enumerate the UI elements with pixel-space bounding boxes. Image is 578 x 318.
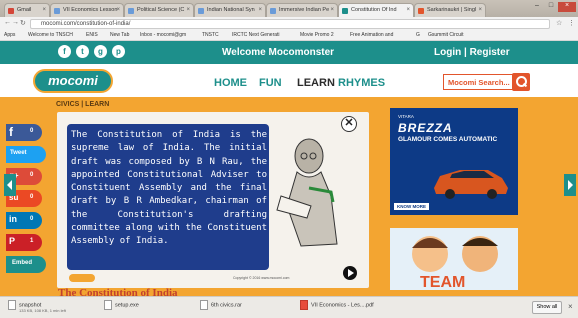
tab-constitution[interactable]: Constitution Of Ind × [338,3,414,17]
nav-home[interactable]: HOME [214,77,247,89]
tab-immersive[interactable]: Immersive Indian Pe × [266,3,338,17]
menu-icon[interactable]: ⋮ [568,19,575,27]
tab-economics[interactable]: VII Economics Lesson × [50,3,124,17]
download-bar: snapshot 133 KB, 108 KB, 1 min left setup… [0,296,578,318]
ad-tagline: GLAMOUR COMES AUTOMATIC [398,136,498,143]
ad-product-name: BREZZA [398,121,453,135]
nav-fun[interactable]: FUN [259,77,282,89]
constitution-slide: The Constitution of India is the supreme… [57,112,369,288]
file-icon [270,8,276,14]
tab-sarkari[interactable]: Sarkarinaukri | Singl × [414,3,486,17]
welcome-text: Welcome Mocomonster [222,47,335,58]
google-plus-icon[interactable]: g [94,45,107,58]
file-icon [128,8,134,14]
archive-icon [200,300,208,310]
ambedkar-illustration [276,138,338,247]
star-icon[interactable]: ☆ [556,19,562,27]
bookmark-item[interactable]: TNSTC [202,32,219,38]
tab-indian-national[interactable]: Indian National Syn × [194,3,266,17]
carousel-prev-icon[interactable] [4,174,16,196]
bookmark-item[interactable]: IRCTC Next Generati [232,32,280,38]
close-icon[interactable]: × [330,7,334,13]
linkedin-icon: in [9,214,17,224]
pdf-icon [300,300,308,310]
mocomi-logo[interactable]: mocomi [33,69,113,93]
bookmark-item[interactable]: Welcome to TNSCH [28,32,73,38]
twitter-label: Tweet [10,150,27,156]
close-icon[interactable]: × [116,7,120,13]
pinterest-icon: P [9,236,16,246]
bookmark-item[interactable]: Inbox - mocomi@gm [140,32,186,38]
file-icon [418,8,424,14]
bookmark-item[interactable]: New Tab [110,32,129,38]
copyright-text: Copyright © 2016 www.mocomi.com [233,276,290,280]
brezza-ad[interactable]: VITARA BREZZA GLAMOUR COMES AUTOMATIC KN… [390,108,518,215]
bookmark-apps[interactable]: Apps [4,32,15,38]
kids-illustration [412,236,498,272]
tab-political[interactable]: Political Science (C × [124,3,194,17]
download-item[interactable]: 6th civics.rar [200,300,290,316]
kids-ad[interactable]: TEAM [390,228,518,290]
facebook-icon: f [9,125,13,139]
bookmark-item[interactable]: ENIS [86,32,98,38]
nav-rhymes[interactable]: RHYMES [338,77,385,89]
bookmarks-bar: Apps Welcome to TNSCH ENIS New Tab Inbox… [0,30,578,41]
url-input[interactable]: mocomi.com/constitution-of-india/ [30,19,550,29]
login-register-link[interactable]: Login | Register [434,47,510,58]
share-tweet[interactable]: Tweet [6,146,46,163]
bookmark-item[interactable]: G [416,32,420,38]
file-icon [104,300,112,310]
next-slide-icon[interactable] [343,266,357,280]
ad-team-text: TEAM [420,274,466,290]
show-all-button[interactable]: Show all [532,301,562,314]
browser-tabbar: Gmail × VII Economics Lesson × Political S… [0,0,578,17]
file-icon [8,300,16,310]
file-icon [198,8,204,14]
close-icon[interactable]: ✕ [341,116,357,132]
bookmark-item[interactable]: Movie Promo 2 [300,32,334,38]
site-header: mocomi HOME FUN LEARN RHYMES Mocomi Sear… [0,64,578,97]
twitter-icon[interactable]: t [76,45,89,58]
site-topbar: f t g p Welcome Mocomonster Login | Regi… [0,41,578,64]
search-icon[interactable] [512,73,530,91]
share-embed[interactable]: Embed [6,256,46,273]
mocomi-mini-logo [69,274,95,282]
search-input[interactable]: Mocomi Search... [443,74,513,90]
nav-learn[interactable]: LEARN [297,77,335,89]
know-more-button[interactable]: KNOW MORE [394,203,429,210]
breadcrumb: CIVICS | LEARN [56,101,110,108]
forward-icon[interactable]: → [12,19,19,26]
close-icon[interactable]: × [42,7,46,13]
download-item[interactable]: setup.exe [104,300,184,316]
close-icon[interactable]: × [568,302,573,311]
share-pinterest[interactable]: P1 [6,234,42,251]
car-image [434,170,508,199]
pinterest-icon[interactable]: p [112,45,125,58]
constitution-quote: The Constitution of India is the supreme… [71,130,267,247]
download-item[interactable]: VII Economics - Les....pdf [300,300,410,316]
close-icon[interactable]: × [258,7,262,13]
bookmark-item[interactable]: Free Animation and [350,32,393,38]
share-facebook[interactable]: f0 [6,124,42,141]
tab-gmail[interactable]: Gmail × [4,3,50,17]
mocomi-favicon-icon [342,8,348,14]
back-icon[interactable]: ← [4,19,11,26]
minimize-icon[interactable]: – [530,2,544,12]
reload-icon[interactable]: ↻ [20,19,26,27]
carousel-next-icon[interactable] [564,174,576,196]
embed-label: Embed [12,260,33,266]
file-icon [54,8,60,14]
address-bar-row: ← → ↻ mocomi.com/constitution-of-india/ … [0,17,578,30]
bookmark-item[interactable]: Gsummit Circuit [428,32,464,38]
close-window-icon[interactable]: × [558,2,576,12]
share-linkedin[interactable]: in 0 [6,212,42,229]
facebook-icon[interactable]: f [58,45,71,58]
close-icon[interactable]: × [406,7,410,13]
gmail-icon [8,8,14,14]
maximize-icon[interactable]: □ [544,2,558,12]
ad-brand-line: VITARA [398,114,414,119]
close-icon[interactable]: × [186,7,190,13]
close-icon[interactable]: × [478,7,482,13]
